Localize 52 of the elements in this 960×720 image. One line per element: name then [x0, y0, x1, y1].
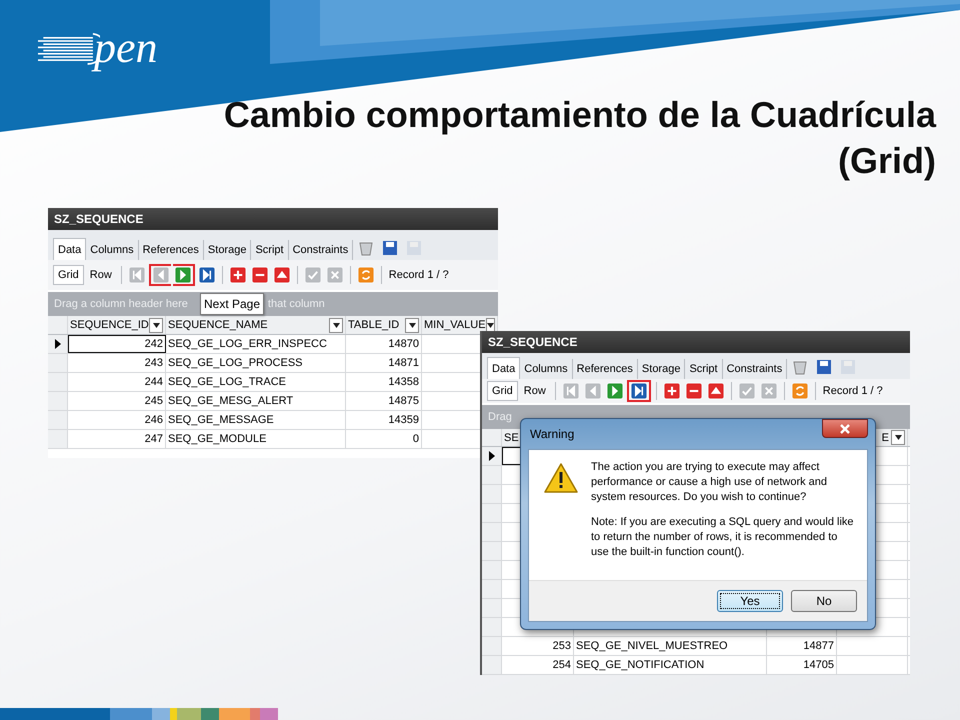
dialog-button[interactable]: Yes: [717, 590, 783, 612]
group-hint: that column: [268, 298, 325, 310]
column-header: SEQUENCE_NAME: [168, 319, 268, 331]
tab[interactable]: Data: [487, 357, 520, 379]
table-cell: 242: [68, 335, 166, 353]
column-header: SEQUENCE_ID: [70, 319, 149, 331]
table-cell: 254: [502, 656, 574, 674]
table-cell: 14877: [767, 637, 837, 655]
record-counter: Record 1 / ?: [388, 269, 449, 281]
table-cell: SEQ_GE_MESSAGE: [166, 411, 346, 429]
window-title: SZ_SEQUENCE: [482, 331, 910, 353]
slide-title: (Grid): [838, 139, 936, 183]
dialog-button[interactable]: No: [791, 590, 857, 612]
table-cell: 245: [68, 392, 166, 410]
table-cell: 14705: [767, 656, 837, 674]
column-header: E: [882, 432, 889, 444]
table-cell: 247: [68, 430, 166, 448]
window-title: SZ_SEQUENCE: [48, 208, 498, 230]
table-cell: 246: [68, 411, 166, 429]
table-cell: 243: [68, 354, 166, 372]
table-cell: SEQ_GE_NIVEL_MUESTREO: [574, 637, 767, 655]
view-tab[interactable]: Row: [520, 382, 550, 400]
table-cell: 0: [346, 430, 422, 448]
view-tab[interactable]: Row: [86, 266, 116, 284]
record-counter: Record 1 / ?: [822, 385, 883, 397]
table-cell: 14875: [346, 392, 422, 410]
slide-title: Cambio comportamiento de la Cuadrícula: [224, 93, 936, 137]
dialog-message: Note: If you are executing a SQL query and would like to return the number of rows, it is recommended to use the built-in function count().: [591, 515, 855, 560]
table-cell: 14870: [346, 335, 422, 353]
table-cell: SEQ_GE_MODULE: [166, 430, 346, 448]
table-cell: SEQ_GE_MESG_ALERT: [166, 392, 346, 410]
group-hint: Drag: [488, 411, 512, 423]
view-tab[interactable]: Grid: [53, 265, 84, 285]
column-header: MIN_VALUE: [424, 319, 486, 331]
table-cell: SEQ_GE_LOG_ERR_INSPECC: [166, 335, 346, 353]
dialog-message: The action you are trying to execute may affect performance or cause a high use of network and system resources. Do you wish to continue?: [591, 460, 828, 505]
table-cell: 14871: [346, 354, 422, 372]
dialog-title: Warning: [529, 427, 574, 441]
logo-text: pen: [94, 26, 158, 70]
table-cell: 244: [68, 373, 166, 391]
table-cell: SEQ_GE_LOG_TRACE: [166, 373, 346, 391]
table-cell: SEQ_GE_NOTIFICATION: [574, 656, 767, 674]
table-cell: SEQ_GE_LOG_PROCESS: [166, 354, 346, 372]
table-cell: 14359: [346, 411, 422, 429]
table-cell: 14358: [346, 373, 422, 391]
tab[interactable]: Data: [53, 238, 86, 260]
table-cell: 253: [502, 637, 574, 655]
group-hint: Drag a column header here: [54, 298, 188, 310]
column-header: TABLE_ID: [348, 319, 400, 331]
column-header: SE: [504, 432, 519, 444]
view-tab[interactable]: Grid: [487, 381, 518, 401]
tooltip: Next Page: [200, 293, 264, 315]
